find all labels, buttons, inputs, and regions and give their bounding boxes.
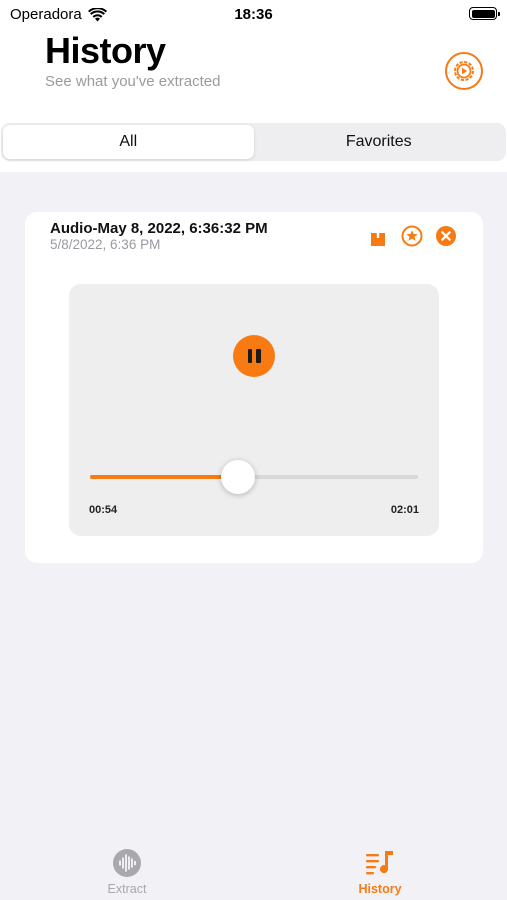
pause-button[interactable] — [233, 335, 275, 377]
delete-button[interactable] — [435, 225, 457, 247]
share-icon — [371, 226, 385, 246]
favorite-button[interactable] — [401, 225, 423, 247]
slider-thumb[interactable] — [220, 460, 255, 494]
clock: 18:36 — [234, 6, 273, 23]
history-item-card: Audio-May 8, 2022, 6:36:32 PM 5/8/2022, … — [25, 212, 483, 563]
item-date: 5/8/2022, 6:36 PM — [50, 237, 161, 252]
status-bar: Operadora 18:36 — [0, 0, 507, 28]
item-title: Audio-May 8, 2022, 6:36:32 PM — [50, 220, 268, 237]
waveform-icon — [113, 849, 141, 877]
pause-icon — [247, 349, 261, 363]
progress-fill — [90, 475, 238, 479]
page-subtitle: See what you've extracted — [45, 73, 221, 90]
header-area: Operadora 18:36 History See what you've … — [0, 0, 507, 172]
progress-slider[interactable] — [90, 460, 418, 494]
close-circle-icon — [436, 226, 456, 246]
battery-icon — [469, 7, 500, 20]
share-button[interactable] — [367, 225, 389, 247]
elapsed-time: 00:54 — [89, 504, 118, 516]
star-circle-icon — [401, 225, 423, 247]
tab-history-label: History — [358, 882, 402, 896]
tab-history[interactable]: History — [320, 848, 440, 896]
item-actions — [367, 225, 457, 247]
page-title: History — [45, 30, 166, 71]
audio-player: 00:54 02:01 — [69, 284, 439, 536]
segment-favorites[interactable]: Favorites — [254, 125, 505, 159]
tab-extract-label: Extract — [107, 882, 147, 896]
filter-segmented-control: All Favorites — [1, 123, 506, 161]
tab-bar: Extract History — [0, 840, 507, 900]
gear-icon — [454, 61, 474, 81]
segment-all[interactable]: All — [3, 125, 254, 159]
history-screen: Operadora 18:36 History See what you've … — [0, 0, 507, 900]
settings-button[interactable] — [445, 52, 483, 90]
tab-extract[interactable]: Extract — [67, 848, 187, 896]
music-list-icon — [366, 851, 393, 875]
total-duration: 02:01 — [390, 504, 419, 516]
